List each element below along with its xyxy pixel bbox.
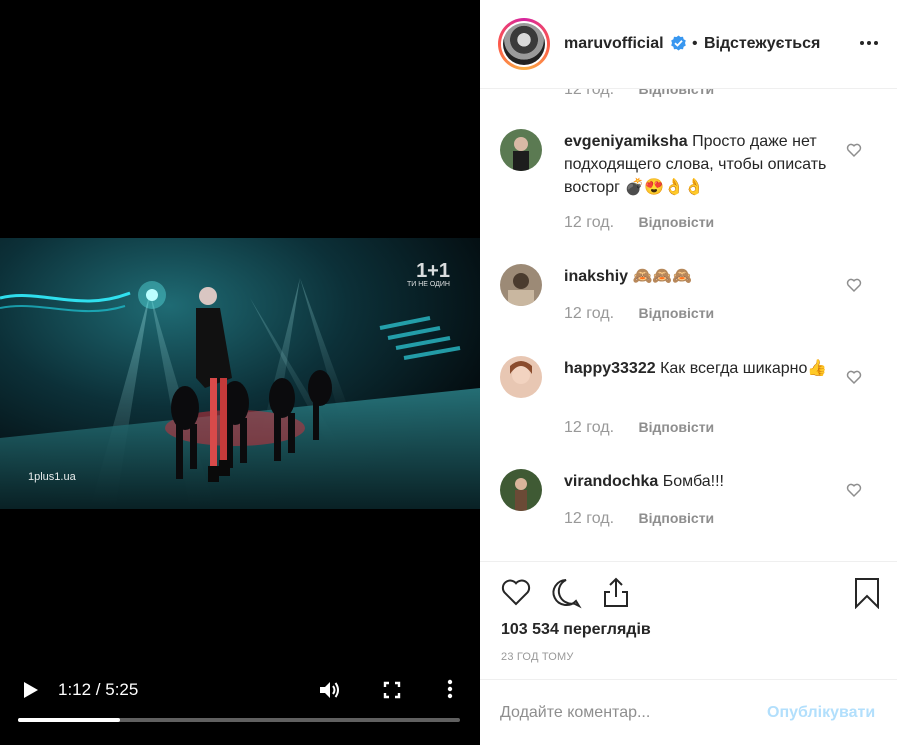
- video-frame[interactable]: 1+1 ТИ НЕ ОДИН 1plus1.ua: [0, 238, 480, 509]
- comment-time: 12 год.: [564, 214, 615, 231]
- following-button[interactable]: Відстежується: [704, 35, 820, 53]
- comment-body: happy33322 Как всегда шикарно👍: [564, 357, 834, 380]
- comment-username[interactable]: evgeniyamiksha: [564, 133, 688, 150]
- comment-meta: 12 год. Відповісти: [564, 419, 714, 437]
- comments-list[interactable]: 12 год. Відповісти evgeniyamiksha Просто…: [480, 89, 897, 561]
- reply-button[interactable]: Відповісти: [639, 510, 715, 526]
- comment-bubble-icon: [552, 579, 582, 609]
- video-watermark: 1plus1.ua: [28, 471, 76, 483]
- comment-input[interactable]: [500, 702, 770, 724]
- reply-button[interactable]: Відповісти: [639, 419, 715, 435]
- verified-badge-icon: [671, 35, 686, 51]
- comment-body: virandochka Бомба!!!: [564, 470, 834, 493]
- video-player[interactable]: 1+1 ТИ НЕ ОДИН 1plus1.ua 1:12 / 5:25: [0, 0, 480, 745]
- channel-tagline: ТИ НЕ ОДИН: [406, 281, 450, 288]
- avatar[interactable]: [501, 21, 547, 67]
- channel-logo-text: 1+1: [416, 260, 450, 282]
- avatar-image: [503, 23, 545, 65]
- comment-time: 12 год.: [564, 305, 615, 322]
- play-icon: [24, 682, 38, 698]
- comment-text: 🙈🙈🙈: [632, 268, 693, 285]
- fullscreen-icon: [383, 681, 401, 699]
- comment-avatar[interactable]: [500, 356, 542, 398]
- more-horizontal-icon[interactable]: [858, 32, 880, 54]
- share-button[interactable]: [600, 576, 632, 608]
- video-timecode: 1:12 / 5:25: [58, 680, 139, 699]
- comment-body: inakshiy 🙈🙈🙈: [564, 265, 834, 288]
- reply-button[interactable]: Відповісти: [639, 305, 715, 321]
- heart-icon[interactable]: [846, 369, 862, 385]
- comment-body: evgeniyamiksha Просто даже нет подходяще…: [564, 130, 834, 199]
- share-icon: [604, 577, 628, 607]
- more-vertical-icon: [447, 679, 453, 699]
- comment-avatar[interactable]: [500, 129, 542, 171]
- post-actions: 103 534 переглядів 23 ГОД ТОМУ: [480, 561, 897, 679]
- comment-avatar[interactable]: [500, 469, 542, 511]
- fullscreen-button[interactable]: [382, 680, 402, 700]
- reply-button[interactable]: Відповісти: [639, 214, 715, 230]
- save-button[interactable]: [852, 577, 882, 610]
- video-progress-bar[interactable]: [18, 718, 460, 722]
- partial-comment-meta: 12 год. Відповісти: [564, 89, 714, 99]
- volume-button[interactable]: [318, 680, 342, 700]
- post-header: maruvofficial • Відстежується: [480, 0, 897, 89]
- bookmark-icon: [855, 578, 879, 610]
- comment-time: 12 год.: [564, 510, 615, 527]
- comment-username[interactable]: inakshiy: [564, 268, 628, 285]
- header-username[interactable]: maruvofficial: [564, 35, 664, 53]
- comment-meta: 12 год. Відповісти: [564, 305, 714, 323]
- volume-icon: [320, 682, 339, 698]
- like-button[interactable]: [500, 577, 532, 607]
- video-controls: 1:12 / 5:25: [0, 672, 480, 712]
- channel-logo: 1+1 ТИ НЕ ОДИН: [407, 260, 450, 288]
- comment-button[interactable]: [550, 577, 582, 609]
- comment-text: Бомба!!!: [662, 473, 724, 490]
- comment-time: 12 год.: [564, 89, 615, 98]
- comment-username[interactable]: virandochka: [564, 473, 658, 490]
- comment-meta: 12 год. Відповісти: [564, 510, 714, 528]
- heart-icon: [501, 579, 531, 606]
- post-timestamp[interactable]: 23 ГОД ТОМУ: [501, 651, 574, 663]
- view-count[interactable]: 103 534 переглядів: [501, 621, 651, 639]
- post-comment-button[interactable]: Опублікувати: [767, 704, 875, 722]
- heart-icon[interactable]: [846, 142, 862, 158]
- comment-avatar[interactable]: [500, 264, 542, 306]
- heart-icon[interactable]: [846, 482, 862, 498]
- header-separator: •: [692, 35, 698, 52]
- play-button[interactable]: [20, 680, 40, 700]
- video-more-button[interactable]: [443, 678, 457, 700]
- story-ring[interactable]: [498, 18, 550, 70]
- heart-icon[interactable]: [846, 277, 862, 293]
- add-comment-bar: Опублікувати: [480, 679, 897, 745]
- video-progress-fill: [18, 718, 120, 722]
- comment-text: Как всегда шикарно👍: [660, 360, 828, 377]
- comment-meta: 12 год. Відповісти: [564, 214, 714, 232]
- comment-username[interactable]: happy33322: [564, 360, 656, 377]
- reply-button[interactable]: Відповісти: [639, 89, 715, 97]
- post-sidebar: maruvofficial • Відстежується 12 год. Ві…: [480, 0, 897, 745]
- comment-time: 12 год.: [564, 419, 615, 436]
